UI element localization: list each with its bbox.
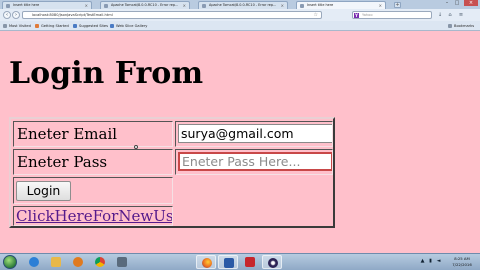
email-input-cell: surya@gmail.com <box>175 121 333 147</box>
url-text: localhost:8080/JsonJavaScript/TestEmail.… <box>32 13 113 17</box>
new-tab-button[interactable]: + <box>394 2 401 8</box>
firefox-icon <box>35 24 39 28</box>
taskbar-app[interactable] <box>112 255 132 269</box>
taskbar: ▲ ▮ ◄ 8:25 AM 7/22/2016 <box>0 253 480 270</box>
bookmark-label: Getting Started <box>41 24 69 28</box>
bookmark-most-visited[interactable]: Most Visited <box>3 22 31 30</box>
tab-label: Apache Tomcat/8.0.0-RC10 - Error rep... <box>209 3 277 7</box>
taskbar-explorer[interactable] <box>46 255 66 269</box>
eclipse-icon <box>268 258 278 268</box>
tab-strip: Insert title here × Apache Tomcat/8.0.0-… <box>0 0 480 9</box>
bookmark-label: Most Visited <box>9 24 31 28</box>
clock-date[interactable]: 7/22/2016 <box>449 262 475 267</box>
menu-icon[interactable]: ≡ <box>458 12 464 18</box>
firefox-icon <box>202 258 212 268</box>
back-icon[interactable]: ‹ <box>3 11 11 19</box>
search-box[interactable]: Y Yahoo <box>352 11 432 19</box>
download-icon[interactable]: ↓ <box>437 12 443 18</box>
clock-time[interactable]: 8:25 AM <box>449 256 475 261</box>
tab-label: Apache Tomcat/8.0.0-RC10 - Error rep... <box>111 3 179 7</box>
bookmarks-icon <box>448 24 452 28</box>
flag-icon[interactable]: ▲ <box>420 259 425 264</box>
star-icon[interactable]: ☆ <box>314 12 318 18</box>
new-user-link-cell: ClickHereForNewUser <box>13 206 173 226</box>
close-icon[interactable]: × <box>379 2 382 9</box>
mouse-cursor <box>134 145 138 149</box>
close-icon[interactable]: × <box>85 2 88 9</box>
tab-tomcat-error-2[interactable]: Apache Tomcat/8.0.0-RC10 - Error rep... … <box>198 1 288 9</box>
tab-insert-title-1[interactable]: Insert title here × <box>2 1 92 9</box>
ie-icon <box>29 257 39 267</box>
email-field[interactable]: surya@gmail.com <box>178 124 332 143</box>
page-icon <box>104 4 108 8</box>
window-close-icon[interactable]: × <box>464 0 478 6</box>
start-button[interactable] <box>3 255 17 269</box>
media-player-icon <box>73 257 83 267</box>
email-label-cell: Eneter Email <box>13 121 173 147</box>
yahoo-logo-icon: Y <box>354 13 359 18</box>
forward-icon[interactable]: › <box>12 11 20 19</box>
tab-insert-title-active[interactable]: Insert title here × <box>296 1 386 9</box>
page-icon <box>300 4 304 8</box>
bookmark-web-slice-gallery[interactable]: Web Slice Gallery <box>110 22 147 30</box>
bookmark-getting-started[interactable]: Getting Started <box>35 22 69 30</box>
new-user-link[interactable]: ClickHereForNewUser <box>14 207 172 225</box>
folder-icon <box>3 24 7 28</box>
taskbar-firefox[interactable] <box>196 255 216 269</box>
bookmark-suggested-sites[interactable]: Suggested Sites <box>73 22 108 30</box>
page-title: Login From <box>9 56 204 91</box>
tab-tomcat-error-1[interactable]: Apache Tomcat/8.0.0-RC10 - Error rep... … <box>100 1 190 9</box>
login-button-cell: Login <box>13 177 173 204</box>
home-icon[interactable]: ⌂ <box>447 12 453 18</box>
pass-input-cell <box>175 149 333 175</box>
pass-label-cell: Eneter Pass <box>13 149 173 175</box>
chrome-icon <box>95 257 105 267</box>
taskbar-acrobat[interactable] <box>240 255 260 269</box>
close-icon[interactable]: × <box>183 2 186 9</box>
minimize-icon[interactable]: – <box>442 0 452 6</box>
browser-chrome: Insert title here × Apache Tomcat/8.0.0-… <box>0 0 480 31</box>
page-icon <box>202 4 206 8</box>
tab-label: Insert title here <box>307 3 334 7</box>
bookmarks-menu[interactable]: Bookmarks <box>448 22 474 30</box>
ie-icon <box>110 24 114 28</box>
navigation-bar: ‹ › localhost:8080/JsonJavaScript/TestEm… <box>0 9 480 21</box>
page-icon <box>6 4 10 8</box>
login-form-table: Eneter Email surya@gmail.com Eneter Pass… <box>9 117 335 228</box>
word-icon <box>224 258 234 268</box>
app-icon <box>117 257 127 267</box>
close-icon[interactable]: × <box>281 2 284 9</box>
ie-icon <box>73 24 77 28</box>
password-label: Eneter Pass <box>17 153 108 171</box>
email-label: Eneter Email <box>17 125 118 143</box>
bookmark-label: Suggested Sites <box>79 24 109 28</box>
taskbar-ie[interactable] <box>24 255 44 269</box>
search-placeholder: Yahoo <box>362 13 373 17</box>
folder-icon <box>51 257 61 267</box>
volume-icon[interactable]: ◄ <box>436 259 441 264</box>
password-field[interactable] <box>178 152 332 171</box>
maximize-icon[interactable]: □ <box>452 0 462 6</box>
tab-label: Insert title here <box>13 3 40 7</box>
bookmark-label: Web Slice Gallery <box>116 24 148 28</box>
acrobat-icon <box>245 257 255 267</box>
taskbar-media-player[interactable] <box>68 255 88 269</box>
network-icon[interactable]: ▮ <box>428 259 433 264</box>
taskbar-chrome[interactable] <box>90 255 110 269</box>
bookmark-label: Bookmarks <box>454 24 475 28</box>
login-button[interactable]: Login <box>16 181 71 201</box>
taskbar-word[interactable] <box>218 255 238 269</box>
address-bar[interactable]: localhost:8080/JsonJavaScript/TestEmail.… <box>22 11 322 19</box>
taskbar-eclipse[interactable] <box>262 255 282 269</box>
bookmarks-bar: Most Visited Getting Started Suggested S… <box>0 21 480 31</box>
